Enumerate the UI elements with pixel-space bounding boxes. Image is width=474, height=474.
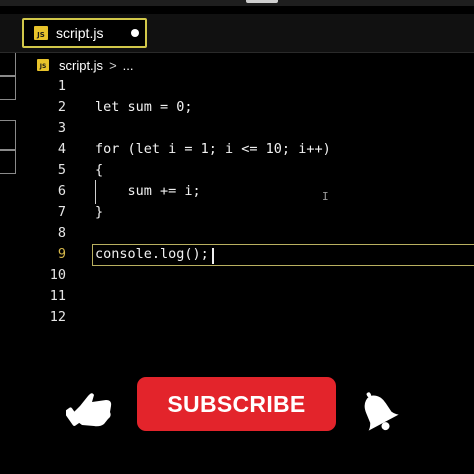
editor-tab-bar: JS script.js: [0, 14, 474, 53]
code-line[interactable]: sum += i;: [95, 183, 201, 199]
code-line[interactable]: let sum = 0;: [95, 99, 193, 115]
breadcrumb-file[interactable]: script.js: [59, 58, 103, 73]
tab-label: script.js: [56, 25, 104, 41]
top-strip-marker: [246, 0, 278, 3]
breadcrumb-more[interactable]: ...: [123, 58, 134, 73]
text-cursor: [212, 248, 214, 264]
line-number: 7: [57, 204, 66, 220]
line-number: 4: [57, 141, 66, 157]
window-top-strip: [0, 0, 474, 6]
line-number: 5: [57, 162, 66, 178]
line-number: 3: [57, 120, 66, 136]
code-line[interactable]: }: [95, 204, 103, 220]
bell-icon[interactable]: [354, 388, 402, 436]
hand-thumbs-up-icon[interactable]: [66, 386, 116, 428]
line-number: 11: [49, 288, 66, 304]
line-number: 6: [57, 183, 66, 199]
sidebar-collapsed-fragment[interactable]: [0, 52, 16, 76]
js-file-icon: JS: [34, 26, 48, 40]
line-number: 10: [49, 267, 66, 283]
line-number-active: 9: [57, 246, 66, 262]
code-line-active[interactable]: console.log();: [95, 246, 209, 262]
breadcrumb: JS script.js > ...: [37, 56, 134, 74]
line-number: 2: [57, 99, 66, 115]
subscribe-button[interactable]: SUBSCRIBE: [137, 377, 336, 431]
unsaved-dot-icon[interactable]: [131, 29, 139, 37]
line-number: 8: [57, 225, 66, 241]
mouse-ibeam-icon: I: [322, 190, 329, 203]
tab-script-js[interactable]: JS script.js: [22, 18, 147, 48]
code-line[interactable]: {: [95, 162, 103, 178]
chevron-right-icon: >: [109, 57, 117, 73]
line-number: 12: [49, 309, 66, 325]
line-number: 1: [57, 78, 66, 94]
code-line[interactable]: for (let i = 1; i <= 10; i++): [95, 141, 331, 157]
js-file-icon: JS: [37, 59, 49, 71]
